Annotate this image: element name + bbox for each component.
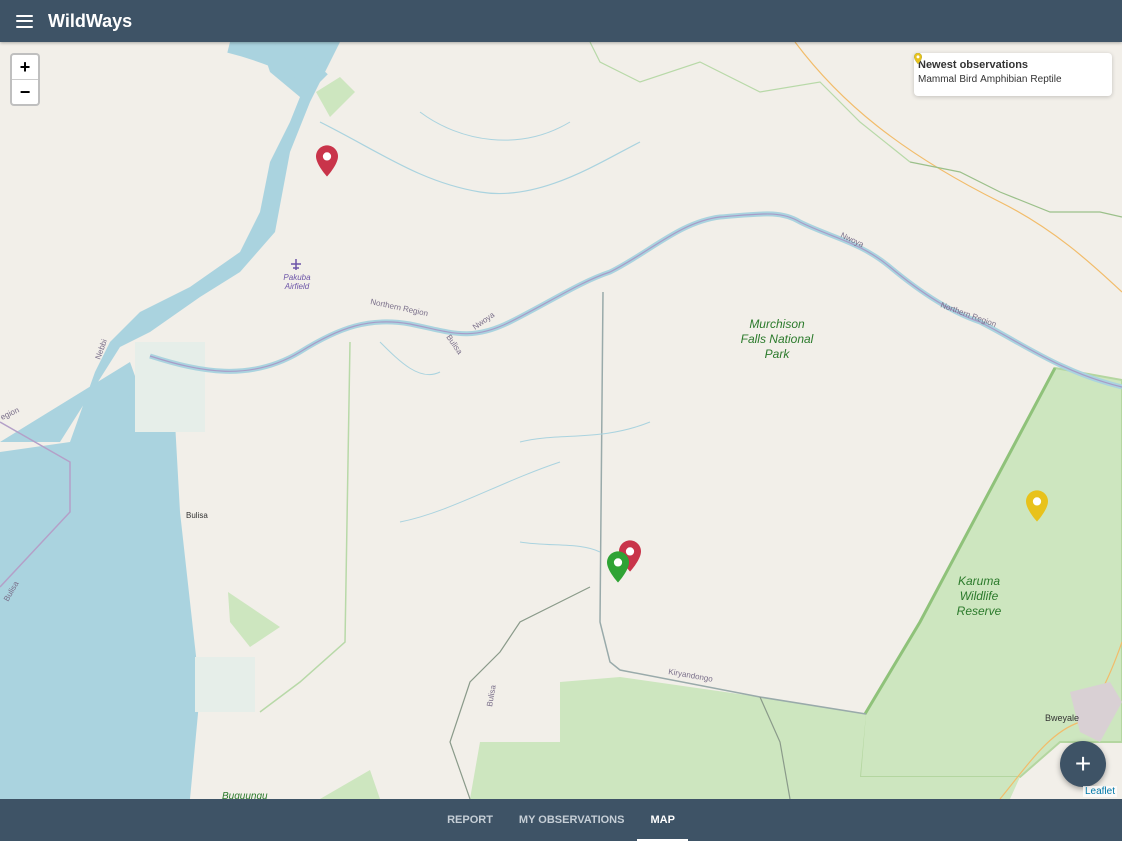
legend-item-reptile: Reptile: [914, 53, 1062, 85]
legend-item-bird: Bird: [914, 53, 978, 85]
zoom-in-button[interactable]: +: [12, 55, 38, 80]
legend-label-mammal: Mammal: [918, 74, 957, 85]
reptile-pin-icon: [914, 53, 922, 64]
bulisa-label-1: Bulisa: [444, 333, 464, 356]
pakuba-label: Pakuba: [283, 273, 311, 282]
legend-label-amphibian: Amphibian: [980, 74, 1028, 85]
buguungu-label: Buguungu: [222, 791, 268, 799]
add-observation-button[interactable]: +: [1060, 741, 1106, 787]
park-label-line2: Falls National: [741, 332, 814, 346]
mammal-marker[interactable]: [316, 144, 338, 178]
reptile-marker[interactable]: [1026, 489, 1048, 523]
legend-label-bird: Bird: [959, 74, 978, 85]
legend-item-amphibian: Amphibian: [914, 53, 1028, 85]
plus-icon: +: [1074, 748, 1092, 779]
reserve-label-line3: Reserve: [957, 604, 1002, 618]
legend-items: Mammal Bird Amphibian Reptile: [914, 53, 1108, 85]
map-view[interactable]: Pakuba Airfield Northern Region Northern…: [0, 42, 1122, 799]
reserve-label-line2: Wildlife: [960, 589, 999, 603]
park-label-line3: Park: [765, 347, 791, 361]
legend-label-reptile: Reptile: [1030, 74, 1062, 85]
park-label-line1: Murchison: [749, 317, 805, 331]
bulisa-label-4: Bulisa: [485, 684, 498, 708]
tab-report[interactable]: REPORT: [434, 799, 506, 841]
reserve-label-line1: Karuma: [958, 574, 1000, 588]
northern-region-label-1: Northern Region: [370, 297, 429, 318]
legend-title: Newest observations: [918, 59, 1029, 71]
bird-marker[interactable]: [607, 550, 629, 584]
airport-icon: [291, 259, 301, 270]
legend-panel: Newest observations Mammal Bird Amphibia…: [914, 53, 1112, 96]
kiryandongo-label: Kiryandongo: [668, 667, 714, 684]
map-tiles: Pakuba Airfield Northern Region Northern…: [0, 42, 1122, 799]
zoom-control: + −: [10, 53, 40, 106]
airfield-label: Airfield: [284, 282, 310, 291]
leaflet-attribution-link[interactable]: Leaflet: [1082, 786, 1117, 797]
tab-my-observations[interactable]: MY OBSERVATIONS: [506, 799, 638, 841]
region-label: egion: [0, 405, 21, 421]
app-title: WildWays: [48, 10, 133, 31]
northern-region-label-2: Northern Region: [939, 300, 997, 329]
app-bar: WildWays: [0, 0, 1122, 42]
legend-item-mammal: Mammal: [914, 53, 957, 85]
bweyale-label: Bweyale: [1045, 713, 1079, 723]
bulisa-town-label: Bulisa: [186, 511, 208, 520]
menu-icon[interactable]: [16, 14, 33, 28]
tab-map[interactable]: MAP: [637, 799, 689, 841]
bottom-navigation: REPORT MY OBSERVATIONS MAP: [0, 799, 1122, 841]
zoom-out-button[interactable]: −: [12, 80, 38, 104]
